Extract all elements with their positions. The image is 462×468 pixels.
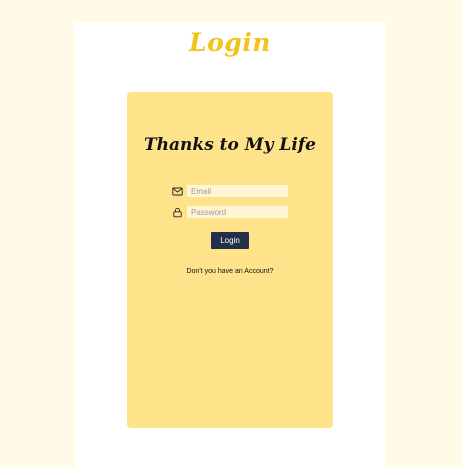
page-title: Login bbox=[189, 28, 271, 57]
password-row bbox=[172, 205, 288, 219]
email-row bbox=[172, 184, 288, 198]
signup-link[interactable]: Don't you have an Account? bbox=[127, 268, 333, 275]
email-field[interactable] bbox=[187, 185, 288, 197]
card-heading: Thanks to My Life bbox=[144, 135, 316, 155]
login-button[interactable]: Login bbox=[211, 232, 249, 249]
password-field[interactable] bbox=[187, 206, 288, 218]
mail-icon bbox=[172, 186, 183, 197]
lock-icon bbox=[172, 207, 183, 218]
login-card: Thanks to My Life Login Don't you have a… bbox=[127, 92, 333, 428]
login-page: Login Thanks to My Life Login Don't yo bbox=[75, 22, 385, 468]
